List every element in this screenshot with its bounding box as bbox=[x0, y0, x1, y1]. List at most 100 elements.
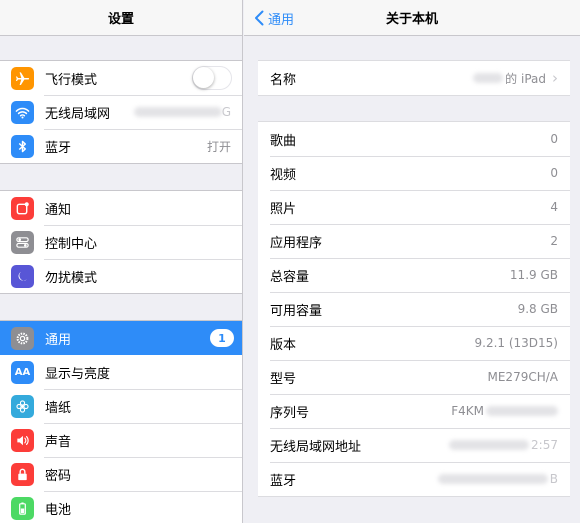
sidebar-item-wifi[interactable]: 无线局域网 G bbox=[0, 95, 242, 129]
back-button-label: 通用 bbox=[268, 12, 295, 28]
bluetooth-address-visible-text: B bbox=[549, 472, 558, 486]
sidebar-item-label: 无线局域网 bbox=[45, 106, 111, 122]
about-row-label: 版本 bbox=[270, 337, 297, 353]
chevron-left-icon bbox=[255, 10, 264, 26]
settings-group-connectivity: 飞行模式 无线局域网 G 蓝牙 打开 bbox=[0, 60, 242, 164]
about-row-videos: 视频 0 bbox=[258, 156, 570, 190]
about-row-value: 9.8 GB bbox=[517, 302, 558, 316]
sidebar-item-wallpaper[interactable]: 墙纸 bbox=[0, 389, 242, 423]
about-row-label: 可用容量 bbox=[270, 303, 323, 319]
redacted-blur bbox=[473, 73, 504, 83]
sidebar-item-label: 电池 bbox=[45, 502, 72, 518]
device-name-text: 的 iPad bbox=[505, 71, 546, 86]
about-row-value: 0 bbox=[550, 166, 558, 180]
sidebar-item-general[interactable]: 通用 1 bbox=[0, 321, 242, 355]
back-button[interactable]: 通用 bbox=[254, 0, 294, 36]
sidebar-item-label: 墙纸 bbox=[45, 400, 72, 416]
about-row-value: 的 iPad › bbox=[473, 69, 558, 87]
detail-nav-bar: 通用 关于本机 bbox=[244, 0, 580, 36]
notifications-icon bbox=[11, 196, 34, 220]
about-row-available: 可用容量 9.8 GB bbox=[258, 292, 570, 326]
speaker-icon bbox=[11, 428, 34, 452]
sidebar-item-passcode[interactable]: 密码 bbox=[0, 457, 242, 491]
about-row-label: 序列号 bbox=[270, 405, 310, 421]
sidebar-item-battery[interactable]: 电池 bbox=[0, 491, 242, 523]
about-row-applications: 应用程序 2 bbox=[258, 224, 570, 258]
sidebar-item-control-center[interactable]: 控制中心 bbox=[0, 225, 242, 259]
redacted-blur bbox=[486, 406, 558, 416]
sidebar-item-bluetooth[interactable]: 蓝牙 打开 bbox=[0, 129, 242, 163]
about-row-value: ME279CH/A bbox=[487, 370, 559, 384]
about-row-value: F4KM bbox=[451, 404, 558, 418]
about-row-name[interactable]: 名称 的 iPad › bbox=[258, 61, 570, 95]
about-row-model: 型号 ME279CH/A bbox=[258, 360, 570, 394]
settings-group-alerts: 通知 控制中心 勿扰模式 bbox=[0, 190, 242, 294]
about-row-songs: 歌曲 0 bbox=[258, 122, 570, 156]
sidebar-item-label: 密码 bbox=[45, 468, 72, 484]
bluetooth-icon bbox=[11, 134, 34, 158]
serial-visible-text: F4KM bbox=[451, 404, 484, 418]
chevron-right-icon: › bbox=[552, 69, 558, 87]
about-row-value: B bbox=[437, 472, 558, 486]
flower-icon bbox=[11, 394, 34, 418]
airplane-icon bbox=[11, 66, 34, 90]
about-row-wifi-address: 无线局域网地址 2:57 bbox=[258, 428, 570, 462]
page-title: 关于本机 bbox=[385, 12, 438, 27]
about-row-label: 歌曲 bbox=[270, 133, 297, 149]
about-row-value: 2:57 bbox=[449, 438, 558, 452]
settings-group-device: 通用 1 AA 显示与亮度 墙纸 声音 密码 电池 bbox=[0, 320, 242, 523]
sidebar-item-label: 声音 bbox=[45, 434, 72, 450]
about-row-label: 总容量 bbox=[270, 269, 310, 285]
sidebar-item-airplane[interactable]: 飞行模式 bbox=[0, 61, 242, 95]
wifi-network-value: G bbox=[133, 105, 231, 119]
about-row-label: 应用程序 bbox=[270, 235, 323, 251]
sidebar-item-label: 飞行模式 bbox=[45, 72, 98, 88]
about-row-capacity: 总容量 11.9 GB bbox=[258, 258, 570, 292]
sidebar-item-label: 通知 bbox=[45, 202, 72, 218]
gear-icon bbox=[11, 326, 34, 350]
about-name-group: 名称 的 iPad › bbox=[258, 60, 570, 96]
settings-sidebar: 设置 飞行模式 无线局域网 G 蓝牙 打开 通知 控制中心 勿扰模式 通用 1 … bbox=[0, 0, 243, 523]
wifi-icon bbox=[11, 100, 34, 124]
about-row-value: 2 bbox=[550, 234, 558, 248]
about-row-serial: 序列号 F4KM bbox=[258, 394, 570, 428]
redacted-blur bbox=[133, 107, 222, 117]
sidebar-title: 设置 bbox=[107, 12, 134, 27]
about-row-label: 型号 bbox=[270, 371, 297, 387]
about-info-group: 歌曲 0 视频 0 照片 4 应用程序 2 总容量 11.9 GB 可用容量 9… bbox=[258, 121, 570, 497]
about-row-label: 蓝牙 bbox=[270, 473, 297, 489]
sidebar-item-label: 勿扰模式 bbox=[45, 270, 98, 286]
redacted-blur bbox=[437, 474, 548, 484]
sidebar-item-label: 显示与亮度 bbox=[45, 366, 111, 382]
about-row-label: 名称 bbox=[270, 72, 297, 88]
about-row-value: 9.2.1 (13D15) bbox=[474, 336, 559, 350]
about-row-photos: 照片 4 bbox=[258, 190, 570, 224]
sidebar-item-do-not-disturb[interactable]: 勿扰模式 bbox=[0, 259, 242, 293]
wifi-address-visible-text: 2:57 bbox=[531, 438, 558, 452]
about-row-value: 4 bbox=[550, 200, 558, 214]
sidebar-item-label: 蓝牙 bbox=[45, 140, 72, 156]
about-row-version: 版本 9.2.1 (13D15) bbox=[258, 326, 570, 360]
sidebar-item-label: 控制中心 bbox=[45, 236, 98, 252]
about-row-value: 0 bbox=[550, 132, 558, 146]
about-row-label: 无线局域网地址 bbox=[270, 439, 362, 455]
sidebar-item-label: 通用 bbox=[45, 332, 72, 348]
sidebar-item-notifications[interactable]: 通知 bbox=[0, 191, 242, 225]
sidebar-item-sounds[interactable]: 声音 bbox=[0, 423, 242, 457]
settings-screen: 设置 飞行模式 无线局域网 G 蓝牙 打开 通知 控制中心 勿扰模式 通用 1 … bbox=[0, 0, 580, 523]
switches-icon bbox=[11, 230, 34, 254]
about-row-value: 11.9 GB bbox=[509, 268, 558, 282]
about-detail-pane: 通用 关于本机 名称 的 iPad › 歌曲 0 视频 0 照片 4 应用程序 … bbox=[244, 0, 580, 523]
redacted-blur bbox=[449, 440, 530, 450]
update-badge: 1 bbox=[210, 329, 234, 347]
bluetooth-status-value: 打开 bbox=[206, 139, 231, 154]
battery-icon bbox=[11, 496, 34, 520]
sidebar-item-display[interactable]: AA 显示与亮度 bbox=[0, 355, 242, 389]
sidebar-nav-bar: 设置 bbox=[0, 0, 242, 36]
text-size-icon: AA bbox=[11, 360, 34, 384]
wifi-network-text: G bbox=[221, 105, 231, 119]
toggle-knob bbox=[193, 67, 214, 88]
about-row-label: 照片 bbox=[270, 201, 297, 217]
airplane-mode-toggle[interactable] bbox=[192, 66, 232, 90]
moon-icon bbox=[11, 264, 34, 288]
